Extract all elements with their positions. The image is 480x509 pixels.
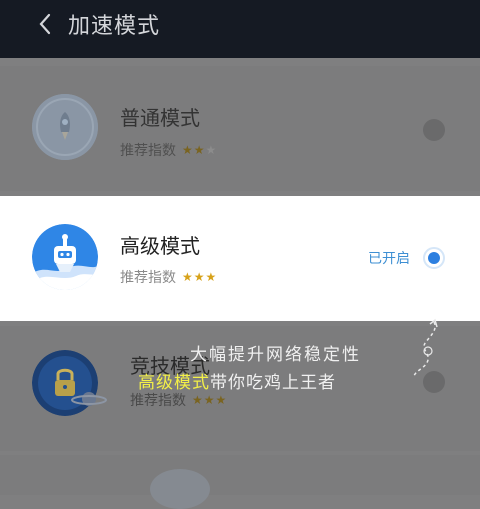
rating-row: 推荐指数 ★★★ (120, 267, 217, 287)
radio-advanced[interactable] (423, 247, 445, 269)
radio-normal[interactable] (423, 119, 445, 141)
planet-icon (71, 392, 107, 406)
star-icon: ★ (205, 270, 218, 284)
star-icon: ★ (193, 270, 206, 284)
mode-card-next (0, 455, 480, 509)
chevron-left-icon (39, 13, 51, 35)
overlay-line-2: 高级模式带你吃鸡上王者 (138, 368, 336, 393)
star-empty-icon: ★ (205, 143, 218, 157)
star-icon: ★ (215, 393, 228, 407)
mode-card-normal[interactable]: 普通模式 推荐指数 ★★★ (0, 66, 480, 191)
app-header: 加速模式 (0, 0, 480, 58)
mode-name: 普通模式 (120, 106, 200, 130)
back-button[interactable] (28, 10, 62, 38)
rating-label: 推荐指数 (130, 393, 186, 409)
overlay-rest: 带你吃鸡上王者 (210, 373, 336, 393)
radio-dot (428, 252, 440, 264)
star-icon: ★ (182, 270, 194, 284)
curl-doodle-icon (413, 318, 438, 377)
rating-stars: ★★★ (192, 393, 227, 407)
rating-label: 推荐指数 (120, 270, 176, 286)
rating-label: 推荐指数 (120, 143, 176, 159)
mode-name: 高级模式 (120, 234, 200, 258)
star-icon: ★ (193, 143, 206, 157)
star-icon: ★ (203, 393, 216, 407)
star-icon: ★ (182, 143, 194, 157)
icon-partial (150, 469, 210, 509)
rating-row: 推荐指数 ★★★ (130, 390, 227, 410)
overlay-line-1: 大幅提升网络稳定性 (190, 345, 361, 365)
mode-card-advanced[interactable]: 高级模式 推荐指数 ★★★ 已开启 (0, 196, 480, 321)
page-title: 加速模式 (68, 14, 161, 39)
rating-row: 推荐指数 ★★★ (120, 140, 217, 160)
rating-stars: ★★★ (182, 143, 217, 157)
robot-rocket-icon (32, 224, 98, 290)
status-badge: 已开启 (368, 251, 410, 267)
star-icon: ★ (192, 393, 204, 407)
rocket-icon (32, 94, 98, 160)
overlay-highlight: 高级模式 (138, 373, 210, 393)
rating-stars: ★★★ (182, 270, 217, 284)
